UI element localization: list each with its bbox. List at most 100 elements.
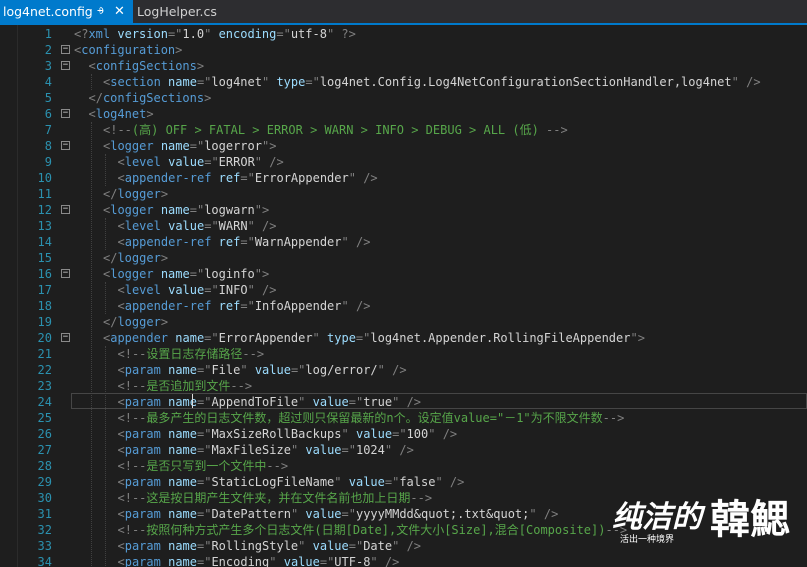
code-line[interactable]: <!--是否只写到一个文件中--> <box>118 458 289 474</box>
code-token: log4net.Config.Log4NetConfigurationSecti… <box>319 75 732 89</box>
code-line[interactable]: <!--最多产生的日志文件数，超过则只保留最新的n个。设定值value="－1"… <box>118 410 625 426</box>
code-token: INFO <box>218 283 248 297</box>
collapse-toggle[interactable]: − <box>61 269 70 278</box>
code-token: appender-ref <box>124 235 212 249</box>
code-token: level <box>124 219 161 233</box>
code-line[interactable]: <param name="DatePattern" value="yyyyMMd… <box>118 506 559 522</box>
code-token: param <box>124 539 161 553</box>
indent-guide <box>105 282 106 314</box>
code-token: 设置日志存储路径 <box>146 347 243 361</box>
code-token: 最多产生的日志文件数，超过则只保留最新的n个。设定值value="－1"为不限文… <box>146 411 603 425</box>
collapse-toggle[interactable]: − <box>61 205 70 214</box>
code-token: =" <box>341 507 356 521</box>
collapse-toggle[interactable]: − <box>61 45 70 54</box>
code-token: param <box>124 507 161 521</box>
code-line[interactable]: <param name="AppendToFile" value="true" … <box>118 394 422 410</box>
code-line[interactable]: </logger> <box>103 186 168 202</box>
code-line[interactable]: <param name="StaticLogFileName" value="f… <box>118 474 465 490</box>
code-line[interactable]: <logger name="logerror"> <box>103 138 276 154</box>
code-line[interactable]: <appender-ref ref="WarnAppender" /> <box>118 234 371 250</box>
code-line[interactable]: <!--按照何种方式产生多个日志文件(日期[Date],文件大小[Size],混… <box>118 522 628 538</box>
code-token: log4net <box>95 107 147 121</box>
code-line[interactable]: <level value="INFO" /> <box>118 282 277 298</box>
collapse-toggle[interactable]: − <box>61 141 70 150</box>
code-token: configSections <box>102 91 205 105</box>
tab-loghelper-cs[interactable]: LogHelper.cs <box>133 0 233 23</box>
code-token: logwarn <box>204 203 255 217</box>
code-token: =" <box>197 555 212 567</box>
code-token: " <box>731 75 739 89</box>
code-line[interactable]: <level value="WARN" /> <box>118 218 277 234</box>
code-token: =" <box>189 203 205 217</box>
code-token: =" <box>189 267 205 281</box>
line-number: 25 <box>37 411 52 425</box>
code-line[interactable]: <level value="ERROR" /> <box>118 154 284 170</box>
code-token: /> <box>355 299 371 313</box>
code-token: =" <box>355 331 371 345</box>
code-line[interactable]: <appender name="ErrorAppender" type="log… <box>103 330 645 346</box>
code-token: version <box>117 27 168 41</box>
code-line[interactable]: <!--(高) OFF > FATAL > ERROR > WARN > INF… <box>103 122 568 138</box>
line-number: 3 <box>44 59 52 73</box>
code-line[interactable]: <?xml version="1.0" encoding="utf-8" ?> <box>74 26 356 42</box>
code-line[interactable]: </logger> <box>103 250 168 266</box>
code-token: 是否追加到文件 <box>146 379 231 393</box>
code-token: " <box>341 235 349 249</box>
code-token: < <box>117 395 125 409</box>
code-token: =" <box>204 331 219 345</box>
code-token: </ <box>103 187 118 201</box>
code-token: <? <box>74 27 89 41</box>
collapse-toggle[interactable]: − <box>61 109 70 118</box>
code-token: logger <box>117 251 161 265</box>
code-token: <!-- <box>103 123 132 137</box>
code-line[interactable]: <logger name="loginfo"> <box>103 266 269 282</box>
code-line[interactable]: <section name="log4net" type="log4net.Co… <box>103 74 761 90</box>
code-line[interactable]: <appender-ref ref="InfoAppender" /> <box>118 298 371 314</box>
code-token: value <box>168 219 205 233</box>
line-number: 7 <box>44 123 52 137</box>
code-line[interactable]: <configSections> <box>89 58 205 74</box>
code-token: level <box>124 155 161 169</box>
collapse-toggle[interactable]: − <box>61 61 70 70</box>
code-token: ERROR <box>218 155 255 169</box>
line-number: 17 <box>37 283 52 297</box>
code-line[interactable]: </configSections> <box>89 90 212 106</box>
code-line[interactable]: </logger> <box>103 314 168 330</box>
code-line[interactable]: <appender-ref ref="ErrorAppender" /> <box>118 170 378 186</box>
collapse-toggle[interactable]: − <box>61 333 70 342</box>
code-line[interactable]: <!--是否追加到文件--> <box>118 378 253 394</box>
tab-log4net-config[interactable]: log4net.config ⨮ ✕ <box>0 0 133 23</box>
code-token: logger <box>110 203 154 217</box>
code-line[interactable]: <param name="File" value="log/error/" /> <box>118 362 407 378</box>
code-line[interactable]: <!--这是按日期产生文件夹，并在文件名前也加上日期--> <box>118 490 433 506</box>
code-line[interactable]: <param name="MaxFileSize" value="1024" /… <box>118 442 414 458</box>
close-icon[interactable]: ✕ <box>114 0 125 23</box>
code-token: /> <box>449 475 465 489</box>
code-editor[interactable]: <?xml version="1.0" encoding="utf-8" ?> <… <box>0 25 807 567</box>
code-token: =" <box>392 427 407 441</box>
pin-icon[interactable]: ⨮ <box>97 0 104 23</box>
code-token: true <box>363 395 393 409</box>
code-line[interactable]: <logger name="logwarn"> <box>103 202 269 218</box>
code-line[interactable]: <param name="MaxSizeRollBackups" value="… <box>118 426 458 442</box>
code-line[interactable]: <param name="Encoding" value="UTF-8" /> <box>118 554 400 567</box>
code-line[interactable]: <configuration> <box>74 42 182 58</box>
code-token: type <box>327 331 356 345</box>
code-token: <!-- <box>117 411 147 425</box>
line-number: 19 <box>37 315 52 329</box>
line-number: 11 <box>37 187 52 201</box>
code-token: value <box>254 363 291 377</box>
code-line[interactable]: <!--设置日志存储路径--> <box>118 346 265 362</box>
code-line[interactable]: <param name="RollingStyle" value="Date" … <box>118 538 422 554</box>
code-token: "> <box>254 267 270 281</box>
code-line[interactable]: <log4net> <box>89 106 154 122</box>
code-token: > <box>146 107 154 121</box>
code-token: ref <box>218 299 241 313</box>
code-token: =" <box>240 235 255 249</box>
